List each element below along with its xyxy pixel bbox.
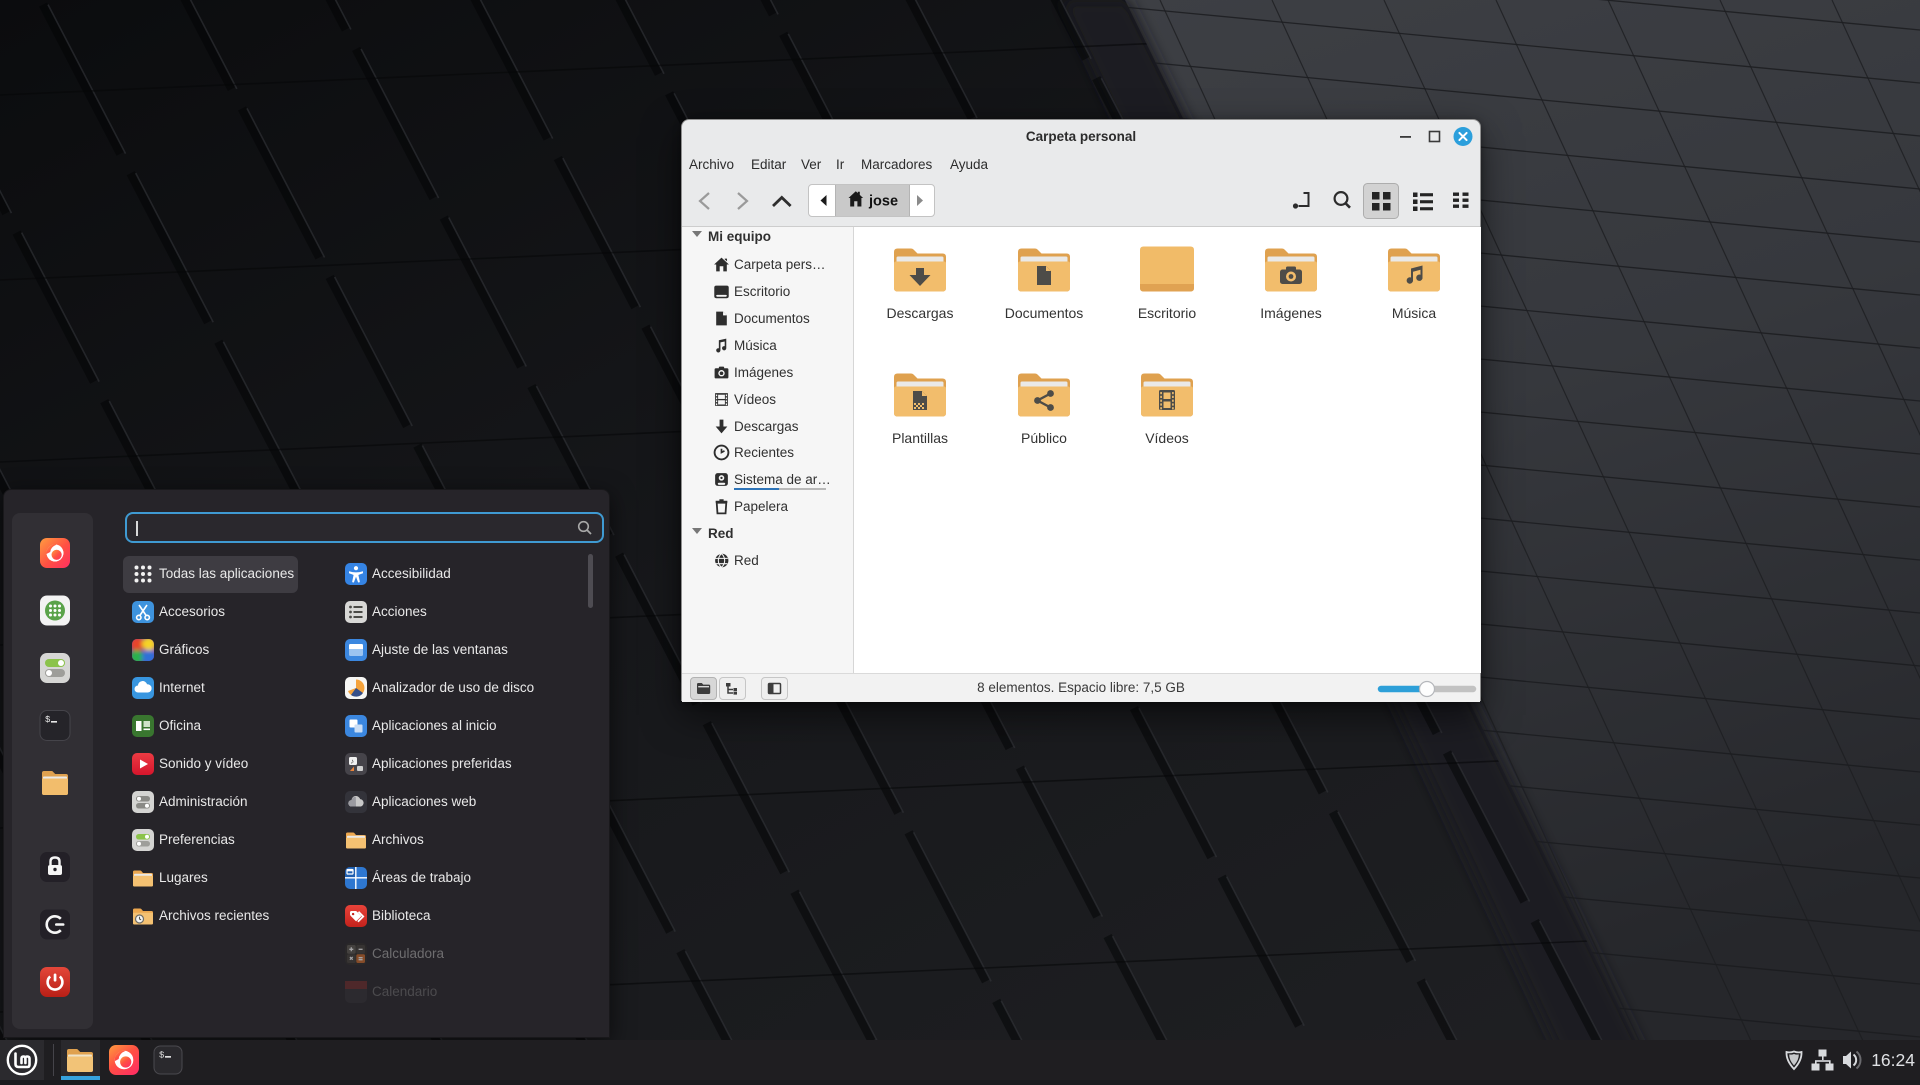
svg-text:$: $ bbox=[45, 715, 51, 725]
svg-text:$: $ bbox=[159, 1051, 165, 1061]
svg-text:♪: ♪ bbox=[351, 759, 355, 766]
svg-text:jose: jose bbox=[868, 194, 898, 210]
